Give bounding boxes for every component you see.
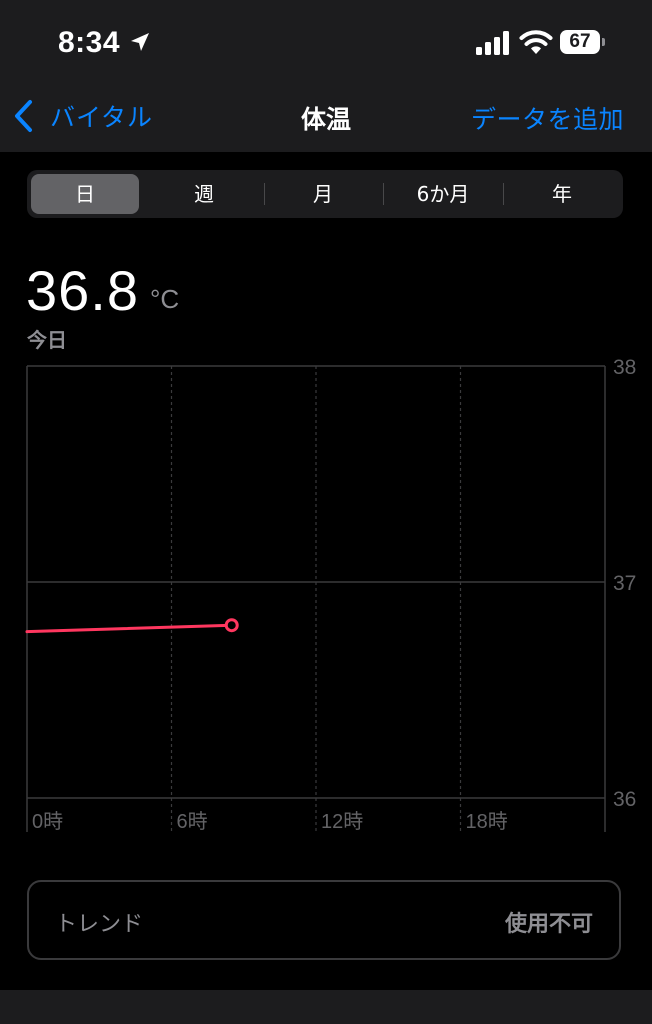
segment-six-months[interactable]: 6か月 (389, 174, 497, 214)
status-bar: 8:34 67 (0, 0, 652, 86)
location-arrow-icon (131, 33, 149, 51)
temperature-value: 36.8 (26, 259, 139, 322)
battery-cap (602, 38, 605, 46)
y-tick-label: 36 (613, 788, 636, 811)
y-tick-label: 37 (613, 572, 636, 595)
trend-card[interactable]: トレンド 使用不可 (27, 880, 621, 960)
navigation-bar: バイタル 体温 データを追加 (0, 86, 652, 152)
x-tick-label: 0時 (32, 810, 63, 833)
date-label: 今日 (27, 328, 67, 352)
trend-label: トレンド (55, 912, 144, 937)
wifi-icon (519, 30, 553, 54)
x-tick-label: 6時 (177, 810, 208, 833)
series-line (25, 623, 234, 634)
battery-level: 67 (560, 30, 600, 54)
x-tick-label: 18時 (466, 810, 508, 833)
cellular-signal-icon (476, 31, 509, 55)
segment-year[interactable]: 年 (508, 174, 616, 214)
segment-day[interactable]: 日 (31, 174, 139, 214)
temperature-line-chart[interactable]: 36 37 38 0時 6時 12時 18時 (0, 355, 652, 835)
x-tick-label: 12時 (321, 810, 363, 833)
bottom-bar (0, 990, 652, 1024)
battery-icon: 67 (560, 30, 605, 54)
y-tick-label: 38 (613, 356, 636, 379)
temperature-unit: °C (150, 284, 180, 314)
data-point-marker (224, 618, 239, 633)
trend-value: 使用不可 (504, 912, 593, 937)
segment-month[interactable]: 月 (269, 174, 377, 214)
add-data-button[interactable]: データを追加 (471, 100, 624, 136)
segment-divider (383, 183, 384, 205)
segment-week[interactable]: 週 (150, 174, 258, 214)
segment-divider (264, 183, 265, 205)
time-range-segmented-control: 日 週 月 6か月 年 (27, 170, 623, 218)
segment-divider (503, 183, 504, 205)
status-time: 8:34 (58, 26, 121, 59)
